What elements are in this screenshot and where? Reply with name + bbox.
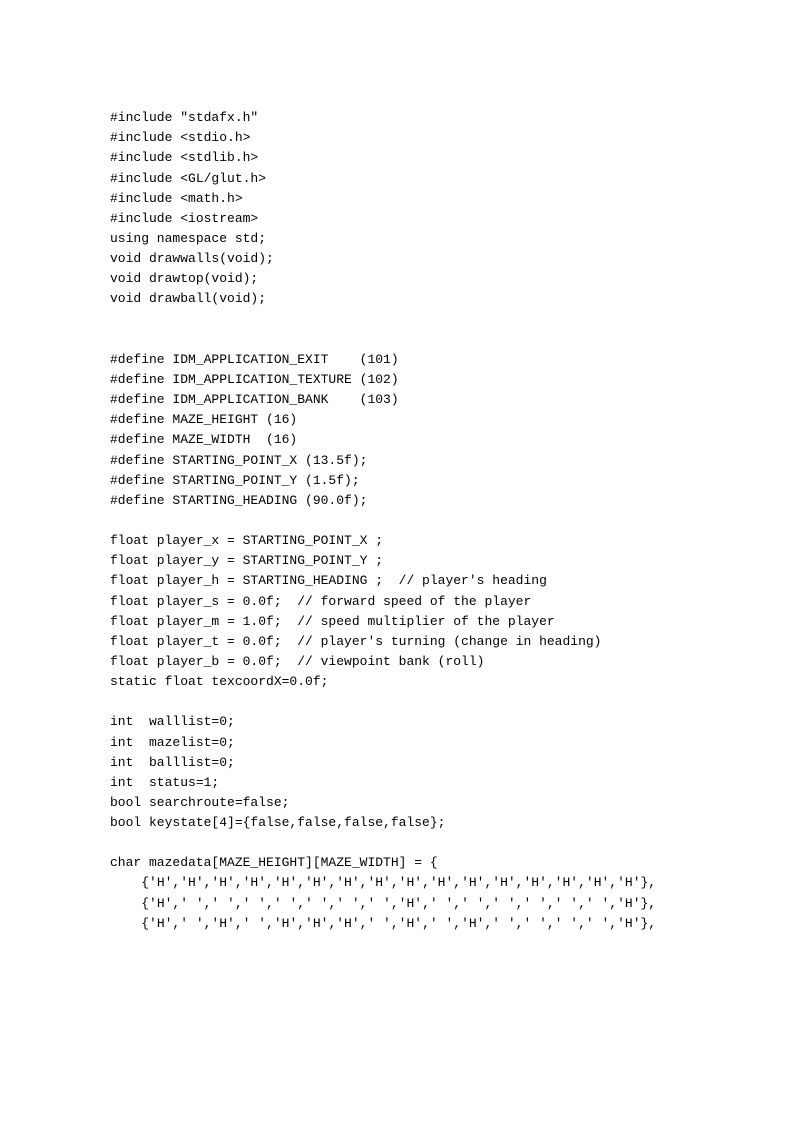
code-content: #include "stdafx.h" #include <stdio.h> #…: [110, 110, 656, 931]
code-document: #include "stdafx.h" #include <stdio.h> #…: [0, 0, 800, 974]
